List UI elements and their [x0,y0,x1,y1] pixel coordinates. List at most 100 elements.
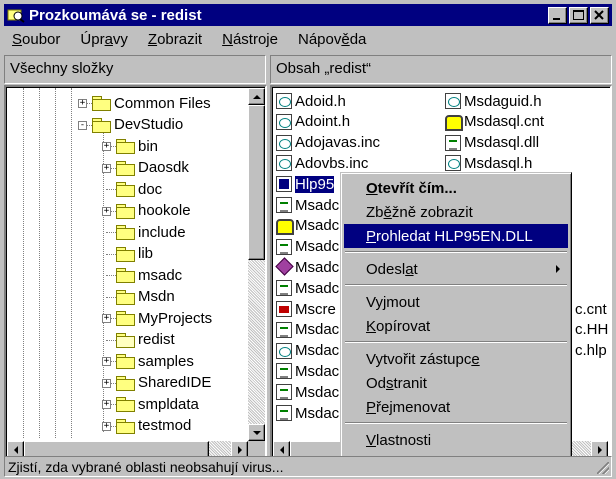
file-item[interactable]: Msdaguid.h [445,91,542,111]
tree-item-lib[interactable]: lib [116,244,153,264]
tree-item-msadc[interactable]: msadc [116,265,182,285]
file-item[interactable]: Adoint.h [276,112,350,132]
help-file-icon [276,301,292,317]
tree-item-samples[interactable]: samples [116,351,194,371]
context-item-label: Zběžně zobrazit [366,203,473,221]
menu-nápověda[interactable]: Nápověda [288,31,376,48]
file-name-partial[interactable]: c.cnt [575,299,607,319]
file-item[interactable]: Msdasql.dll [445,133,539,153]
context-item-odeslat[interactable]: Odeslat [344,257,568,281]
file-name-partial[interactable]: c.HH [575,320,608,340]
file-name: Msdac [295,342,340,360]
folder-icon [92,117,111,133]
expand-icon[interactable]: + [102,206,111,216]
file-item[interactable]: Msadc [276,278,339,298]
tree-item-common-files[interactable]: Common Files [92,93,211,113]
context-item-vlastnosti[interactable]: Vlastnosti [344,428,568,452]
html-help-icon [276,259,292,275]
file-item[interactable]: Msadc [276,195,339,215]
tree-item-label: MyProjects [138,309,213,327]
collapse-icon[interactable]: - [78,120,87,130]
file-item[interactable]: Adojavas.inc [276,133,380,153]
tree-item-devstudio[interactable]: DevStudio [92,115,183,135]
tree-item-myprojects[interactable]: MyProjects [116,308,212,328]
expand-icon[interactable]: + [78,99,87,108]
menu-nástroje[interactable]: Nástroje [212,31,288,48]
tree-item-testmod[interactable]: testmod [116,416,191,436]
expand-icon[interactable]: + [102,421,111,431]
tree-item-msdn[interactable]: Msdn [116,287,175,307]
file-name: Adoint.h [295,113,351,131]
minimize-button[interactable] [548,6,567,24]
file-item[interactable]: Msdasql.cnt [445,112,544,132]
title-bar[interactable]: Prozkoumává se - redist [4,4,612,26]
tree-item-doc[interactable]: doc [116,179,162,199]
folder-tree: Common Files + DevStudio - bin + Daosdk + doc hoo… [6,87,265,458]
expand-icon[interactable]: + [102,142,111,151]
file-name-partial[interactable]: c.hlp [575,341,607,361]
status-text: Zjistí, zda vybrané oblasti neobsahují v… [8,459,284,475]
expand-icon[interactable]: + [102,400,111,409]
header-file-icon [276,113,292,130]
file-item[interactable]: Msadc [276,216,339,236]
tree-item-bin[interactable]: bin [116,136,158,156]
folder-icon [116,354,135,369]
file-item[interactable]: Msadc [276,237,339,257]
menu-zobrazit[interactable]: Zobrazit [138,31,212,48]
context-item-vytvorit-zastupce[interactable]: Vytvořit zástupce [344,347,568,371]
file-item[interactable]: Msdac [276,382,339,402]
expand-icon[interactable]: + [102,357,111,366]
context-item-prejmenovat[interactable]: Přejmenovat [344,395,568,419]
file-item[interactable]: Adoid.h [276,91,346,111]
context-item-otevrit-cim[interactable]: Otevřít čím... [344,176,568,200]
file-item[interactable]: Msdac [276,320,339,340]
file-name: Msadc [295,196,340,214]
folder-icon [116,375,135,391]
tree-scroll-thumb[interactable] [248,105,265,260]
menu-soubor[interactable]: Soubor [4,31,70,48]
arrow-down-icon [252,430,261,435]
expand-icon[interactable]: + [102,314,111,323]
resize-grip-icon[interactable] [597,462,609,474]
file-item[interactable]: Msdac [276,361,339,381]
folder-icon [92,96,111,111]
close-button[interactable] [590,6,609,24]
file-name: Msdasql.cnt [464,113,545,131]
tree-item-smpldata[interactable]: smpldata [116,394,199,414]
folder-tree-pane[interactable]: Common Files + DevStudio - bin + Daosdk + doc hoo… [4,85,267,460]
context-item-odstranit[interactable]: Odstranit [344,371,568,395]
menu-úpravy[interactable]: Úpravy [70,31,138,48]
tree-item-redist[interactable]: redist [116,330,175,350]
file-item[interactable]: Msdac [276,341,339,361]
tree-item-include[interactable]: include [116,222,186,242]
tree-item-hookole[interactable]: hookole [116,201,191,221]
file-name: Msdasql.dll [464,134,540,152]
context-item-prohledat-hlp95en-dll[interactable]: Prohledat HLP95EN.DLL [344,224,568,248]
context-item-vyjmout[interactable]: Vyjmout [344,290,568,314]
file-item[interactable]: Mscre [276,299,336,319]
tree-scroll-up-button[interactable] [248,88,265,105]
tree-guide-line [55,88,56,438]
context-item-zbezne-zobrazit[interactable]: Zběžně zobrazit [344,200,568,224]
expand-icon[interactable]: + [102,163,111,173]
file-item[interactable]: Msdasql.h [445,153,532,173]
file-item[interactable]: Msdac [276,403,339,423]
folder-icon [116,268,135,283]
file-item[interactable]: Hlp95 [276,174,335,194]
context-item-kopirovat[interactable]: Kopírovat [344,314,568,338]
file-item[interactable]: Msadc [276,257,339,277]
folder-icon [116,289,135,305]
tree-item-sharedide[interactable]: SharedIDE [116,373,211,393]
header-file-icon [276,93,292,109]
tree-scroll-down-button[interactable] [248,424,265,441]
script-file-icon [276,363,292,380]
header-file-icon [445,155,461,172]
expand-icon[interactable]: + [102,378,111,388]
tree-item-daosdk[interactable]: Daosdk [116,158,189,178]
maximize-button[interactable] [569,6,588,24]
script-file-icon [276,384,292,401]
context-item-label: Vyjmout [366,293,420,311]
context-item-label: Otevřít čím... [366,179,457,197]
help-contents-icon [445,114,463,131]
file-item[interactable]: Adovbs.inc [276,153,368,173]
